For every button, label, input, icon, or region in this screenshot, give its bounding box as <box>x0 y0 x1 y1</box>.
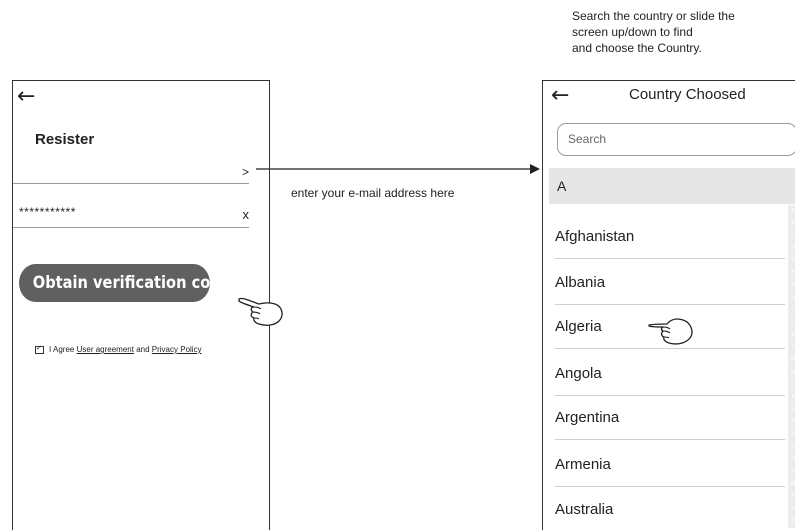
index-letter[interactable]: L <box>792 345 795 350</box>
index-letter[interactable]: T <box>791 444 794 450</box>
list-item[interactable]: Argentina <box>555 396 785 440</box>
page-title: Country Choosed <box>629 86 746 103</box>
index-letter[interactable]: P <box>791 395 794 400</box>
email-field[interactable]: > <box>13 161 249 183</box>
agree-prefix: I Agree <box>49 345 75 354</box>
list-item[interactable]: Armenia <box>555 443 785 487</box>
index-letter[interactable]: O <box>791 382 795 388</box>
search-input[interactable]: Search <box>557 123 795 156</box>
index-letter[interactable]: N <box>791 370 795 375</box>
index-letter[interactable]: V <box>791 469 794 475</box>
index-letter[interactable]: E <box>791 258 794 263</box>
agree-checkbox[interactable] <box>35 344 44 354</box>
callout-arrow <box>256 164 540 174</box>
obtain-verification-code-button[interactable]: Obtain verification code <box>19 264 231 302</box>
pointing-hand-icon <box>648 318 693 345</box>
list-item[interactable]: Albania <box>555 261 785 305</box>
index-letter[interactable]: A <box>791 208 794 214</box>
password-field[interactable]: *********** x <box>19 205 249 227</box>
search-hint-line-2: screen up/down to find <box>572 25 693 39</box>
arrow-left-icon[interactable]: ← <box>551 85 569 107</box>
agreement-row: I Agree User agreement and Privacy Polic… <box>35 344 202 354</box>
index-letter[interactable]: H <box>791 295 795 301</box>
clear-icon[interactable]: x <box>243 207 250 222</box>
index-letter[interactable]: F <box>792 270 795 276</box>
email-underline <box>13 183 249 184</box>
index-letter[interactable]: B <box>791 221 794 226</box>
index-letter[interactable]: K <box>791 332 794 338</box>
password-underline <box>13 227 249 228</box>
chevron-right-icon: > <box>241 165 249 179</box>
register-screen: ← Resister > *********** x Obtain verifi… <box>12 80 283 530</box>
arrow-left-icon[interactable]: ← <box>17 86 35 108</box>
index-letter[interactable]: Z <box>791 519 794 524</box>
search-hint-line-3: and choose the Country. <box>572 41 702 55</box>
index-letter[interactable]: R <box>791 419 794 425</box>
index-letter[interactable]: W <box>791 481 795 487</box>
index-letter[interactable]: Q <box>791 407 795 412</box>
privacy-policy-link[interactable]: Privacy Policy <box>152 345 202 354</box>
search-hint-line-1: Search the country or slide the <box>572 9 735 23</box>
pointing-hand-icon <box>238 297 283 326</box>
alphabet-index-bar[interactable]: A B CD E F G H I JK L M N O P Q R S T U VW X Y Z <box>788 205 795 528</box>
index-letter[interactable]: Y <box>791 506 794 512</box>
email-hint-annotation: enter your e-mail address here <box>291 186 455 200</box>
password-value: *********** <box>19 205 76 219</box>
section-header: A <box>549 168 795 204</box>
list-item[interactable]: Afghanistan <box>555 215 785 259</box>
index-letter[interactable]: U <box>791 457 795 462</box>
index-letter[interactable]: D <box>791 245 795 251</box>
country-screen: ← Country Choosed Search A Afghanistan A… <box>542 80 795 530</box>
list-item[interactable]: Australia <box>555 488 785 532</box>
index-letter[interactable]: X <box>791 494 794 499</box>
list-item[interactable]: Angola <box>555 352 785 396</box>
page-title: Resister <box>35 131 95 148</box>
user-agreement-link[interactable]: User agreement <box>77 345 134 354</box>
index-letter[interactable]: I <box>792 308 793 313</box>
index-letter[interactable]: G <box>791 283 795 288</box>
index-letter[interactable]: J <box>792 320 793 326</box>
search-hint-annotation: Search the country or slide the screen u… <box>572 8 735 56</box>
index-letter[interactable]: C <box>791 233 795 239</box>
agree-and: and <box>136 345 150 354</box>
index-letter[interactable]: M <box>791 357 795 363</box>
index-letter[interactable]: S <box>791 432 794 437</box>
